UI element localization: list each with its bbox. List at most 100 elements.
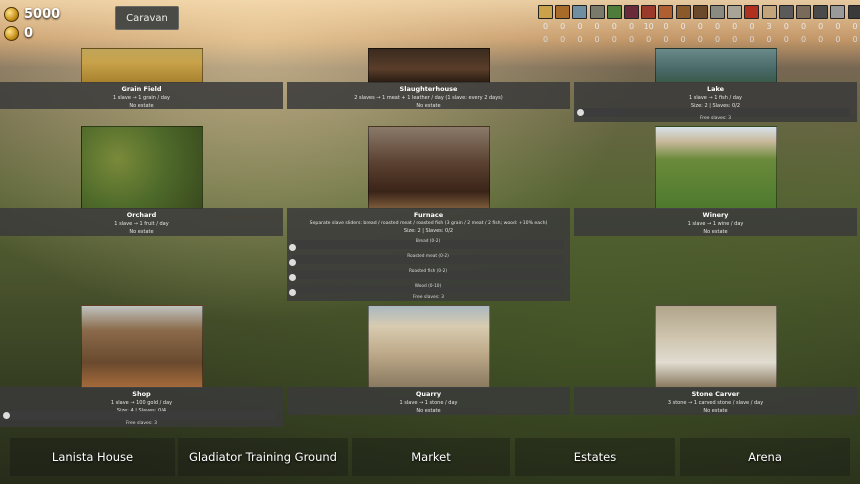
bread-icon [555, 5, 571, 19]
orchard-image [81, 126, 203, 209]
slaughterhouse-image [368, 48, 490, 83]
inventory-slot: 00 [796, 5, 811, 44]
inventory-secondary-count: 0 [749, 35, 755, 44]
grain-icon [538, 5, 553, 19]
inventory-secondary-count: 0 [663, 35, 669, 44]
inventory-slot: 00 [538, 5, 553, 44]
stone-carver-status: No estate [703, 408, 728, 414]
chest-icon [813, 5, 829, 19]
shop-rate: 1 slave → 100 gold / day [110, 400, 173, 406]
nav-arena[interactable]: Arena [680, 438, 850, 476]
inventory-secondary-count: 0 [835, 35, 841, 44]
nav-market[interactable]: Market [352, 438, 510, 476]
slider-knob[interactable] [577, 109, 584, 116]
inventory-count: 0 [852, 22, 858, 31]
quarry-title: Quarry [415, 390, 442, 398]
nav-estates[interactable]: Estates [515, 438, 675, 476]
wood-slider-label: Wood (0-10) [414, 284, 442, 289]
coin-icon [4, 26, 19, 41]
slider-knob[interactable] [289, 259, 296, 266]
roasted-meat-slider-label: Roasted meat (0-2) [407, 254, 449, 259]
inventory-slot: 00 [778, 5, 794, 44]
inventory-secondary-count: 0 [542, 35, 549, 44]
shop-slave-slider[interactable] [3, 411, 276, 420]
wine-icon [624, 5, 639, 19]
shop-image [81, 305, 203, 388]
inventory-secondary-count: 0 [697, 35, 703, 44]
orchard-panel: Orchard 1 slave → 1 fruit / day No estat… [0, 208, 283, 236]
inventory-slot: 00 [830, 5, 846, 44]
slider-knob[interactable] [3, 412, 10, 419]
caravan-button[interactable]: Caravan [115, 6, 179, 30]
inventory-slot: 00 [572, 5, 588, 44]
inventory-secondary-count: 0 [783, 35, 789, 44]
inventory-count: 0 [818, 22, 824, 31]
stone-carver-rate: 3 stone → 1 carved stone / slave / day [667, 400, 764, 406]
statue-icon [830, 5, 846, 19]
inventory-secondary-count: 0 [680, 35, 686, 44]
furnace-title: Furnace [413, 211, 444, 219]
inventory-secondary-count: 0 [766, 35, 772, 44]
inventory-count: 10 [643, 22, 654, 31]
inventory-slot: 00 [847, 5, 860, 44]
lake-title: Lake [706, 85, 725, 93]
grain-field-title: Grain Field [121, 85, 162, 93]
bread-slider[interactable]: Bread (0-2) [289, 239, 564, 251]
inventory-count: 0 [663, 22, 669, 31]
roasted-fish-slider-label: Roasted fish (0-2) [408, 269, 448, 274]
wood-slider[interactable]: Wood (0-10) [289, 284, 564, 296]
inventory-count: 0 [749, 22, 755, 31]
roasted-fish-icon [589, 5, 605, 19]
inventory-slot: 00 [658, 5, 674, 44]
roasted-meat-icon [658, 5, 674, 19]
stone-icon [710, 5, 725, 19]
nav-gladiator-training-ground[interactable]: Gladiator Training Ground [178, 438, 348, 476]
inventory-slot: 00 [606, 5, 622, 44]
lake-image [655, 48, 777, 83]
inventory-secondary-count: 0 [560, 35, 566, 44]
nav-lanista-house[interactable]: Lanista House [10, 438, 175, 476]
bread-slider-label: Bread (0-2) [415, 239, 441, 244]
inventory-slot: 00 [744, 5, 760, 44]
leather-icon [675, 5, 691, 19]
furnace-rate: Separate slave sliders: bread / roasted … [309, 221, 548, 226]
wood-icon [692, 5, 708, 19]
quarry-panel: Quarry 1 slave → 1 stone / day No estate [287, 387, 570, 415]
orchard-rate: 1 slave → 1 fruit / day [114, 221, 169, 227]
inventory-count: 0 [714, 22, 721, 31]
slider-knob[interactable] [289, 274, 296, 281]
slaughterhouse-status: No estate [416, 103, 441, 109]
inventory-secondary-count: 0 [732, 35, 738, 44]
scroll-icon [796, 5, 811, 19]
roasted-fish-slider[interactable]: Roasted fish (0-2) [289, 269, 564, 281]
inventory-slot: 00 [675, 5, 691, 44]
inventory-count: 0 [560, 22, 566, 31]
apple-icon [744, 5, 760, 19]
helmet-icon [847, 5, 860, 19]
winery-title: Winery [702, 211, 729, 219]
stone-carver-title: Stone Carver [691, 390, 740, 398]
grain-field-image [81, 48, 203, 83]
inventory-count: 0 [542, 22, 549, 31]
fish-icon [572, 5, 588, 19]
inventory-slot: 00 [555, 5, 571, 44]
shop-free-slaves: Free slaves: 3 [126, 421, 157, 426]
inventory-secondary-count: 0 [594, 35, 600, 44]
grain-field-rate: 1 slave → 1 grain / day [113, 95, 170, 101]
gold-coin-icon [4, 7, 19, 22]
inventory-secondary-count: 0 [818, 35, 824, 44]
slider-knob[interactable] [289, 244, 296, 251]
inventory-secondary-count: 0 [714, 35, 721, 44]
inventory-slot: 00 [589, 5, 605, 44]
grain-field-status: No estate [129, 103, 154, 109]
inventory-slot: 00 [692, 5, 708, 44]
furnace-free-slaves: Free slaves: 3 [413, 295, 444, 300]
roasted-meat-slider[interactable]: Roasted meat (0-2) [289, 254, 564, 266]
quarry-status: No estate [416, 408, 441, 414]
secondary-resource: 0 [4, 26, 33, 41]
inventory-count: 0 [732, 22, 738, 31]
fruit-icon [606, 5, 622, 19]
quarry-rate: 1 slave → 1 stone / day [399, 400, 458, 406]
grain-field-panel: Grain Field 1 slave → 1 grain / day No e… [0, 82, 283, 109]
inventory-secondary-count: 0 [646, 35, 652, 44]
